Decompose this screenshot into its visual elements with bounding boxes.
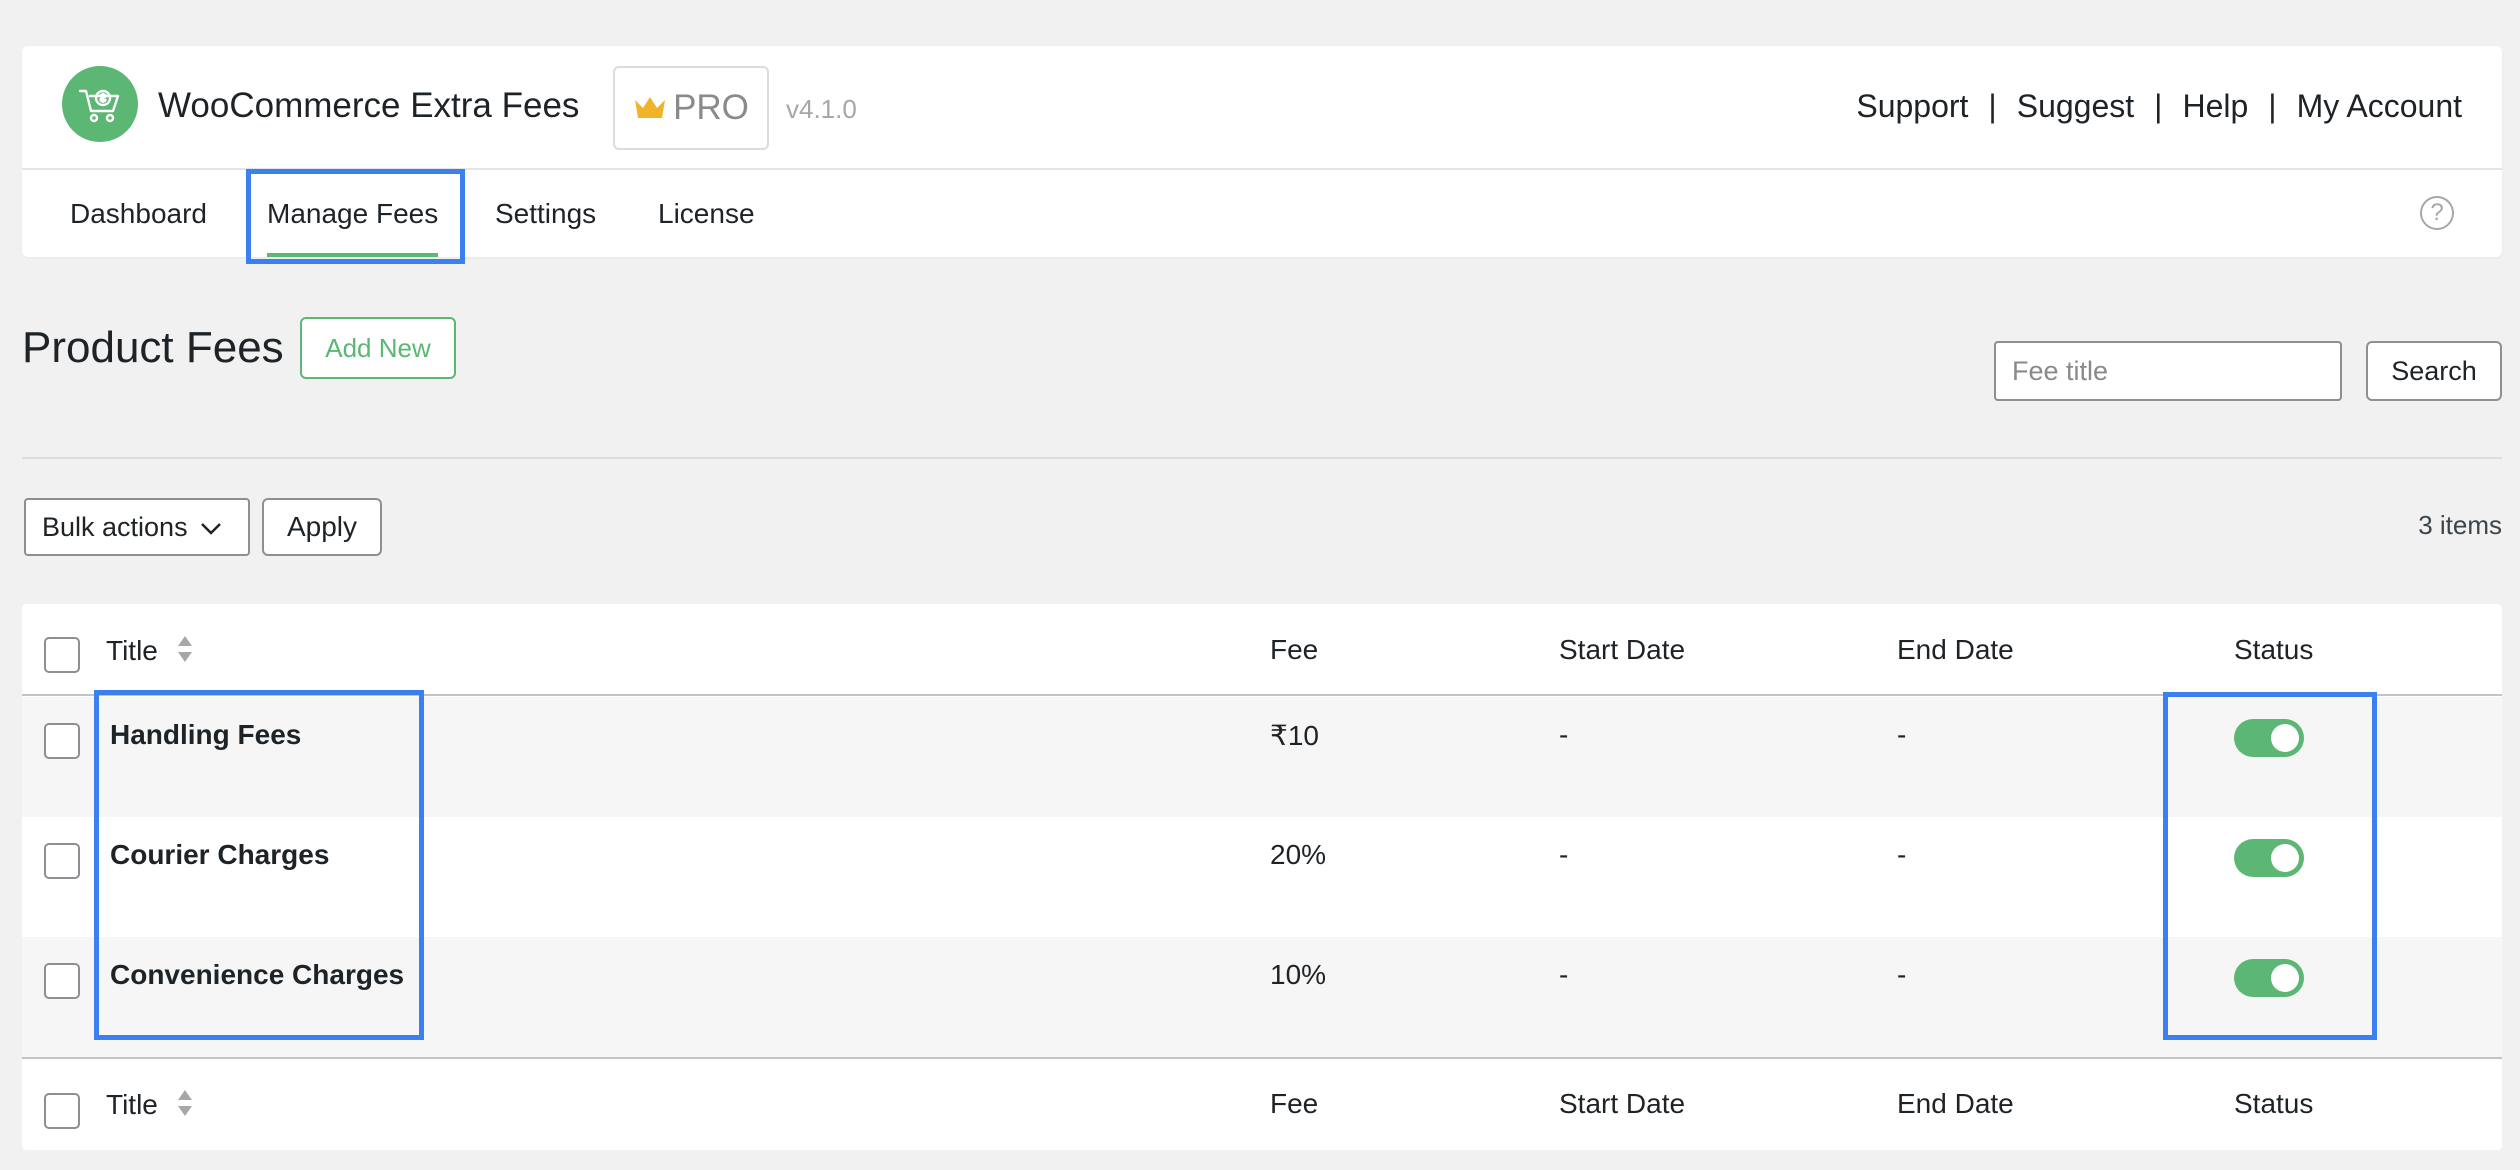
table-row: Handling Fees ₹10 - -	[22, 697, 2502, 817]
row-checkbox[interactable]	[44, 723, 80, 759]
fee-search-input[interactable]	[1994, 341, 2342, 401]
sort-icon[interactable]	[176, 1088, 194, 1125]
section-divider	[22, 457, 2502, 459]
my-account-link[interactable]: My Account	[2297, 88, 2462, 125]
crown-icon	[633, 94, 667, 122]
row-checkbox[interactable]	[44, 843, 80, 879]
select-all-checkbox[interactable]	[44, 1093, 80, 1129]
table-row: Convenience Charges 10% - -	[22, 937, 2502, 1057]
nav-tabs: Dashboard Manage Fees Settings License ?	[22, 170, 2502, 257]
link-separator: |	[2268, 88, 2277, 124]
end-date: -	[1897, 719, 1907, 750]
status-toggle[interactable]	[2234, 719, 2304, 757]
column-start-date-header: Start Date	[1559, 634, 1686, 665]
table-row: Courier Charges 20% - -	[22, 817, 2502, 937]
item-count: 3 items	[2418, 510, 2502, 540]
help-link[interactable]: Help	[2182, 88, 2248, 125]
column-start-date-header: Start Date	[1559, 1088, 1686, 1119]
column-fee-header: Fee	[1270, 1088, 1319, 1119]
column-status-header: Status	[2234, 634, 2314, 665]
status-toggle[interactable]	[2234, 839, 2304, 877]
fee-amount: 10%	[1270, 959, 1327, 990]
fee-title-link[interactable]: Handling Fees	[110, 719, 301, 751]
fee-amount: 20%	[1270, 839, 1327, 870]
header-links: Support | Suggest | Help | My Account	[1856, 88, 2462, 125]
support-link[interactable]: Support	[1856, 88, 1968, 125]
bulk-actions-value: Bulk actions	[42, 511, 188, 542]
header-top-bar: WooCommerce Extra Fees PRO v4.1.0 Suppor…	[22, 46, 2502, 170]
column-end-date-header: End Date	[1897, 1088, 2014, 1119]
tab-manage-fees[interactable]: Manage Fees	[267, 170, 439, 257]
plugin-header: WooCommerce Extra Fees PRO v4.1.0 Suppor…	[22, 46, 2502, 257]
sort-icon[interactable]	[176, 634, 194, 671]
column-status-header: Status	[2234, 1088, 2314, 1119]
column-fee-header: Fee	[1270, 634, 1319, 665]
pro-badge[interactable]: PRO	[613, 66, 769, 150]
column-title-label: Title	[106, 634, 158, 666]
search-button[interactable]: Search	[2366, 341, 2502, 401]
cart-logo-icon	[62, 66, 138, 142]
add-new-button[interactable]: Add New	[300, 317, 456, 379]
apply-button[interactable]: Apply	[262, 498, 382, 556]
pro-label: PRO	[673, 88, 749, 127]
table-header-row: Title Fee Start Date End Date Status	[22, 604, 2502, 696]
column-title-header[interactable]: Title	[106, 1088, 194, 1125]
column-title-label: Title	[106, 1088, 158, 1120]
link-separator: |	[1988, 88, 1997, 124]
page-title: Product Fees	[22, 323, 284, 372]
app-title: WooCommerce Extra Fees	[158, 86, 580, 125]
column-title-header[interactable]: Title	[106, 634, 194, 671]
select-all-checkbox[interactable]	[44, 637, 80, 673]
table-footer-row: Title Fee Start Date End Date Status	[22, 1057, 2502, 1150]
fee-title-link[interactable]: Convenience Charges	[110, 959, 404, 991]
bulk-actions-select[interactable]: Bulk actions	[24, 498, 250, 556]
fees-table: Title Fee Start Date End Date Status Han…	[22, 604, 2502, 1150]
chevron-down-icon	[200, 512, 222, 543]
tab-dashboard[interactable]: Dashboard	[70, 170, 207, 257]
version-label: v4.1.0	[786, 94, 857, 124]
tab-settings[interactable]: Settings	[495, 170, 596, 257]
link-separator: |	[2154, 88, 2163, 124]
row-checkbox[interactable]	[44, 963, 80, 999]
start-date: -	[1559, 959, 1569, 990]
status-toggle[interactable]	[2234, 959, 2304, 997]
start-date: -	[1559, 839, 1569, 870]
fee-title-link[interactable]: Courier Charges	[110, 839, 329, 871]
question-circle-icon[interactable]: ?	[2420, 196, 2454, 230]
fee-amount: ₹10	[1270, 720, 1319, 751]
suggest-link[interactable]: Suggest	[2017, 88, 2134, 125]
column-end-date-header: End Date	[1897, 634, 2014, 665]
start-date: -	[1559, 719, 1569, 750]
tab-license[interactable]: License	[658, 170, 755, 257]
end-date: -	[1897, 839, 1907, 870]
end-date: -	[1897, 959, 1907, 990]
